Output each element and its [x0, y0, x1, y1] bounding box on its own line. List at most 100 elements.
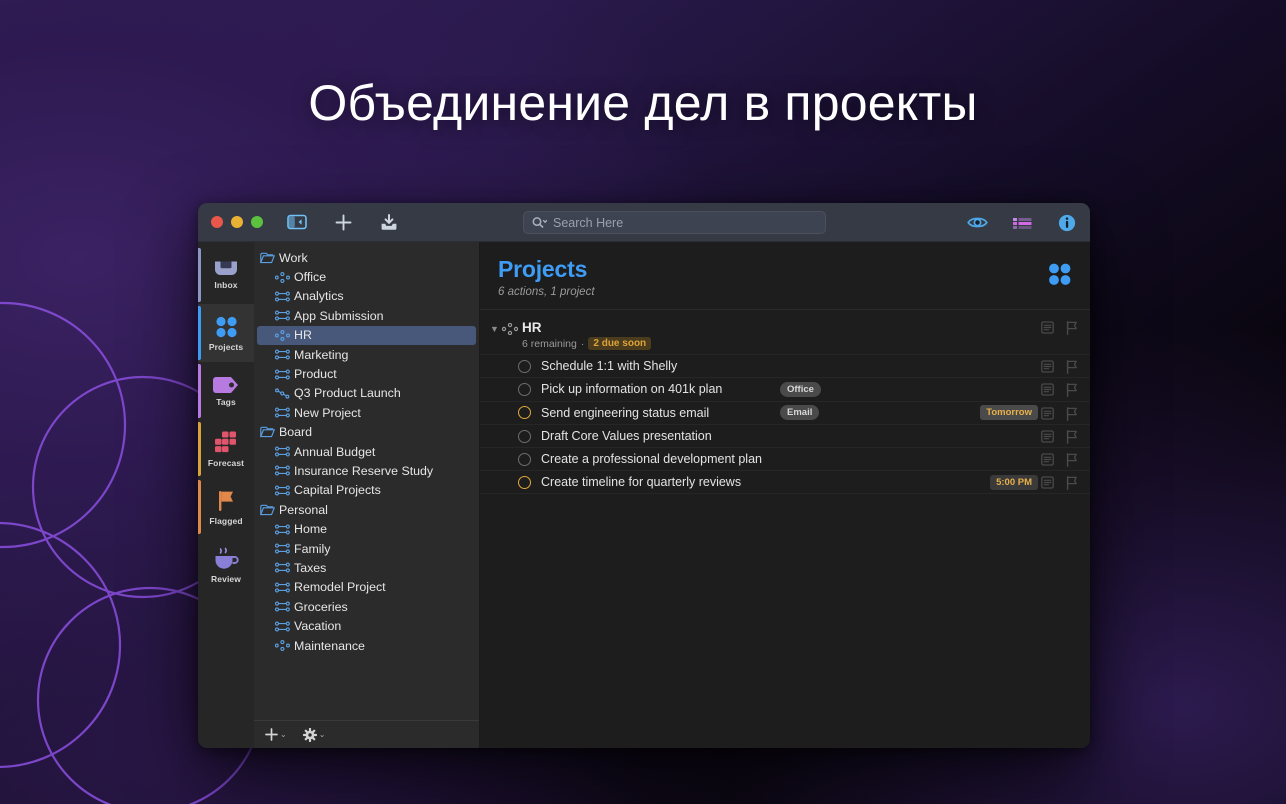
note-icon[interactable]: [1041, 476, 1054, 489]
sidebar-item-review[interactable]: Review: [198, 536, 254, 594]
task-title: Draft Core Values presentation: [541, 429, 712, 443]
flag-icon: [214, 489, 238, 513]
task-checkbox[interactable]: [518, 406, 531, 419]
parallel-project-icon: [275, 640, 292, 651]
tree-item-insurance-reserve-study[interactable]: Insurance Reserve Study: [254, 461, 479, 480]
search-field[interactable]: [523, 211, 826, 234]
task-row[interactable]: Draft Core Values presentation: [480, 424, 1090, 447]
tree-item-remodel-project[interactable]: Remodel Project: [254, 578, 479, 597]
tree-item-vacation[interactable]: Vacation: [254, 616, 479, 635]
flag-icon[interactable]: [1066, 360, 1078, 374]
sidebar-item-projects[interactable]: Projects: [198, 304, 254, 362]
close-button[interactable]: [211, 216, 223, 228]
tree-item-hr[interactable]: HR: [257, 326, 476, 345]
task-checkbox[interactable]: [518, 476, 531, 489]
tree-item-personal[interactable]: Personal: [254, 500, 479, 519]
note-icon[interactable]: [1041, 321, 1054, 334]
tree-item-app-submission[interactable]: App Submission: [254, 306, 479, 325]
note-icon[interactable]: [1041, 430, 1054, 443]
tree-actions-button[interactable]: ⌄: [303, 728, 326, 742]
tree-item-analytics[interactable]: Analytics: [254, 287, 479, 306]
flag-icon[interactable]: [1066, 430, 1078, 444]
parallel-project-icon: [502, 323, 520, 335]
task-row[interactable]: Send engineering status emailEmailTomorr…: [480, 401, 1090, 424]
search-input[interactable]: [553, 216, 803, 230]
sidebar-item-tags[interactable]: Tags: [198, 362, 254, 420]
row-actions: [1041, 476, 1078, 490]
flag-icon[interactable]: [1066, 321, 1078, 335]
minimize-button[interactable]: [231, 216, 243, 228]
task-checkbox[interactable]: [518, 383, 531, 396]
sequential-project-icon: [275, 601, 292, 612]
task-checkbox[interactable]: [518, 430, 531, 443]
tree-item-q3-product-launch[interactable]: Q3 Product Launch: [254, 384, 479, 403]
view-options-button[interactable]: [967, 215, 988, 230]
task-tag[interactable]: Office: [780, 382, 821, 397]
accent-bar: [198, 364, 201, 418]
task-row[interactable]: Create a professional development plan: [480, 447, 1090, 470]
task-row[interactable]: Schedule 1:1 with Shelly: [480, 354, 1090, 377]
sequential-project-icon: [275, 446, 292, 457]
tree-item-office[interactable]: Office: [254, 267, 479, 286]
sidebar-toggle-button[interactable]: [285, 211, 309, 233]
add-project-button[interactable]: ⌄: [265, 728, 287, 741]
tree-item-product[interactable]: Product: [254, 364, 479, 383]
note-icon[interactable]: [1041, 360, 1054, 373]
flag-icon[interactable]: [1066, 453, 1078, 467]
tree-item-work[interactable]: Work: [254, 248, 479, 267]
project-group-header[interactable]: ▼ HR 6 remaining ·: [480, 318, 1090, 354]
note-icon[interactable]: [1041, 453, 1054, 466]
tree-item-capital-projects[interactable]: Capital Projects: [254, 481, 479, 500]
project-tree-list[interactable]: WorkOfficeAnalyticsApp SubmissionHR Marke…: [254, 242, 479, 720]
row-actions: [1041, 383, 1078, 397]
task-row[interactable]: Pick up information on 401k planOffice: [480, 377, 1090, 400]
note-icon[interactable]: [1041, 383, 1054, 396]
project-name: HR: [522, 320, 651, 335]
sidebar-item-flagged[interactable]: Flagged: [198, 478, 254, 536]
disclosure-triangle-icon[interactable]: ▼: [490, 324, 502, 334]
tree-item-label: Capital Projects: [294, 483, 381, 497]
content-header-icon-button[interactable]: [1047, 262, 1073, 287]
tree-item-label: Q3 Product Launch: [294, 386, 401, 400]
inspector-button[interactable]: [1058, 214, 1076, 232]
note-icon[interactable]: [1041, 407, 1054, 420]
tag-filter-button[interactable]: [1012, 216, 1034, 230]
tree-item-home[interactable]: Home: [254, 519, 479, 538]
caret-down-icon: ⌄: [319, 730, 326, 739]
perspective-sidebar: Inbox Projects Tags: [198, 242, 254, 748]
tree-item-maintenance[interactable]: Maintenance: [254, 636, 479, 655]
tree-item-annual-budget[interactable]: Annual Budget: [254, 442, 479, 461]
tree-item-board[interactable]: Board: [254, 423, 479, 442]
projects-icon: [1047, 262, 1073, 287]
toolbar-right-buttons: [967, 203, 1076, 242]
tree-item-groceries[interactable]: Groceries: [254, 597, 479, 616]
task-checkbox[interactable]: [518, 453, 531, 466]
flag-icon[interactable]: [1066, 476, 1078, 490]
task-tag[interactable]: Email: [780, 405, 819, 420]
tree-item-label: Product: [294, 367, 337, 381]
task-title: Create timeline for quarterly reviews: [541, 475, 741, 489]
row-actions: [1041, 321, 1078, 335]
tree-item-label: Personal: [279, 503, 328, 517]
tree-item-marketing[interactable]: Marketing: [254, 345, 479, 364]
tree-item-label: Annual Budget: [294, 445, 375, 459]
task-title: Create a professional development plan: [541, 452, 762, 466]
task-checkbox[interactable]: [518, 360, 531, 373]
tree-item-label: Home: [294, 522, 327, 536]
folder-project-icon: [260, 426, 277, 438]
tree-item-new-project[interactable]: New Project: [254, 403, 479, 422]
tree-item-label: Marketing: [294, 348, 348, 362]
due-soon-badge: 2 due soon: [588, 337, 651, 350]
tree-item-family[interactable]: Family: [254, 539, 479, 558]
tree-item-taxes[interactable]: Taxes: [254, 558, 479, 577]
sidebar-item-inbox[interactable]: Inbox: [198, 246, 254, 304]
flag-icon[interactable]: [1066, 383, 1078, 397]
sequential-project-icon: [275, 310, 292, 321]
inbox-download-icon: [379, 213, 399, 232]
task-row[interactable]: Create timeline for quarterly reviews5:0…: [480, 470, 1090, 493]
flag-icon[interactable]: [1066, 407, 1078, 421]
sidebar-item-forecast[interactable]: Forecast: [198, 420, 254, 478]
zoom-button[interactable]: [251, 216, 263, 228]
new-item-button[interactable]: [331, 211, 355, 233]
quick-entry-button[interactable]: [377, 211, 401, 233]
